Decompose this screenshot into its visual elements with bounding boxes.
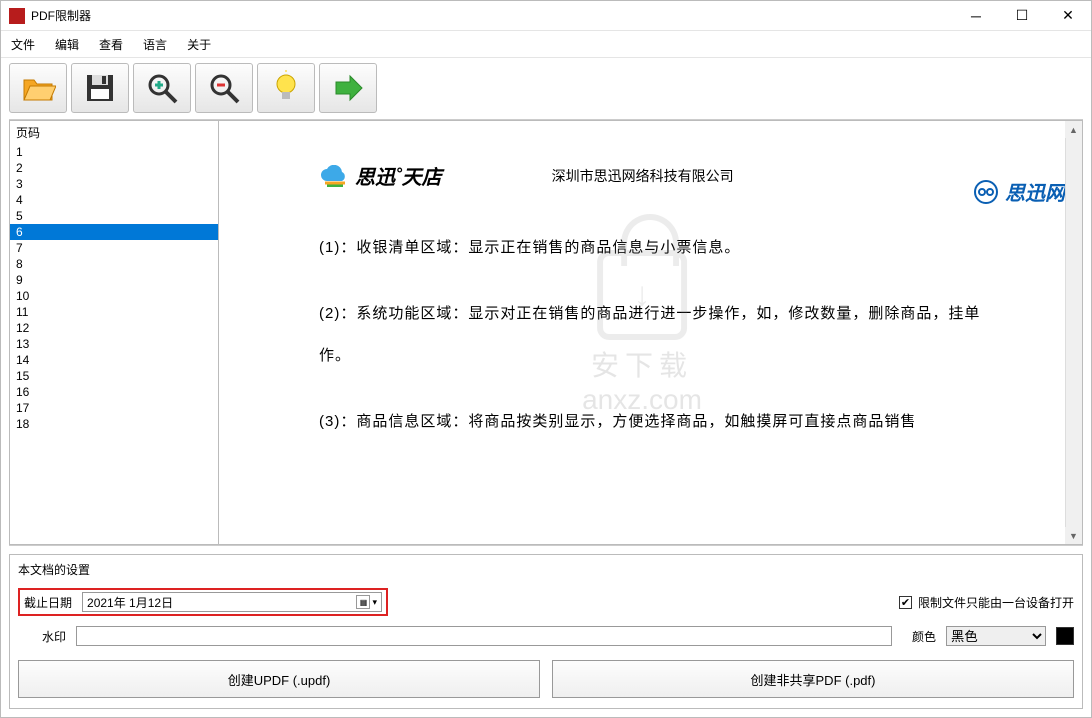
menu-view[interactable]: 查看 (99, 36, 123, 53)
save-button[interactable] (71, 63, 129, 113)
arrow-right-icon (330, 70, 366, 106)
toolbar (1, 57, 1091, 119)
expiry-date-row: 截止日期 2021年 1月12日 ▦ ▾ (18, 588, 388, 616)
expiry-date-value: 2021年 1月12日 (87, 594, 173, 611)
title-bar: PDF限制器 ─ ☐ ✕ (1, 1, 1091, 31)
app-icon (9, 8, 25, 24)
brand-text: 思迅˚天店 (355, 161, 442, 190)
maximize-button[interactable]: ☐ (999, 1, 1045, 31)
side-brand: 思迅网 (973, 177, 1065, 206)
work-area: 页码 123456789101112131415161718 思迅˚天店 深圳市… (9, 119, 1083, 546)
cloud-icon (319, 165, 349, 187)
paragraph-3: (3)：商品信息区域：将商品按类别显示，方便选择商品，如触摸屏可直接点商品销售 (319, 404, 1045, 440)
page-item[interactable]: 6 (10, 224, 218, 240)
settings-title: 本文档的设置 (18, 561, 1074, 578)
menu-file[interactable]: 文件 (11, 36, 35, 53)
page-item[interactable]: 14 (10, 352, 218, 368)
restrict-device-label: 限制文件只能由一台设备打开 (918, 594, 1074, 611)
save-icon (82, 70, 118, 106)
bulb-icon (268, 70, 304, 106)
pages-header: 页码 (10, 121, 218, 144)
watermark-overlay: ↓ 安下载 anxz.com (582, 250, 702, 416)
link-icon (973, 179, 999, 205)
page-item[interactable]: 8 (10, 256, 218, 272)
company-name: 深圳市思迅网络科技有限公司 (552, 166, 734, 186)
page-item[interactable]: 7 (10, 240, 218, 256)
watermark-input[interactable] (76, 626, 892, 646)
hint-button[interactable] (257, 63, 315, 113)
folder-open-icon (20, 70, 56, 106)
menu-about[interactable]: 关于 (187, 36, 211, 53)
scrollbar[interactable] (1065, 121, 1082, 544)
close-button[interactable]: ✕ (1045, 1, 1091, 31)
create-updf-button[interactable]: 创建UPDF (.updf) (18, 660, 540, 698)
pages-list[interactable]: 123456789101112131415161718 (10, 144, 218, 544)
expiry-date-field[interactable]: 2021年 1月12日 ▦ ▾ (82, 592, 382, 612)
page-item[interactable]: 11 (10, 304, 218, 320)
checkbox-icon: ✔ (899, 596, 912, 609)
restrict-device-checkbox[interactable]: ✔ 限制文件只能由一台设备打开 (899, 594, 1074, 611)
open-button[interactable] (9, 63, 67, 113)
page-item[interactable]: 4 (10, 192, 218, 208)
page-item[interactable]: 18 (10, 416, 218, 432)
preview-panel: 思迅˚天店 深圳市思迅网络科技有限公司 思迅网 (1)：收银清单区域：显示正在销… (219, 120, 1083, 545)
minimize-button[interactable]: ─ (953, 1, 999, 31)
pages-panel: 页码 123456789101112131415161718 (9, 120, 219, 545)
watermark-label: 水印 (18, 628, 66, 645)
page-item[interactable]: 13 (10, 336, 218, 352)
paragraph-2: (2)：系统功能区域：显示对正在销售的商品进行进一步操作，如，修改数量，删除商品… (319, 296, 1045, 332)
menu-edit[interactable]: 编辑 (55, 36, 79, 53)
zoom-in-button[interactable] (133, 63, 191, 113)
page-item[interactable]: 15 (10, 368, 218, 384)
settings-panel: 本文档的设置 截止日期 2021年 1月12日 ▦ ▾ ✔ 限制文件只能由一台设… (9, 554, 1083, 709)
chevron-down-icon[interactable]: ▾ (372, 597, 377, 608)
color-label: 颜色 (912, 628, 936, 645)
page-item[interactable]: 16 (10, 384, 218, 400)
page-item[interactable]: 17 (10, 400, 218, 416)
create-pdf-button[interactable]: 创建非共享PDF (.pdf) (552, 660, 1074, 698)
brand-logo: 思迅˚天店 (319, 161, 442, 190)
page-item[interactable]: 9 (10, 272, 218, 288)
paragraph-2b: 作。 (319, 338, 1045, 374)
scroll-down-button[interactable]: ▼ (1065, 527, 1082, 544)
page-item[interactable]: 1 (10, 144, 218, 160)
calendar-icon[interactable]: ▦ (356, 595, 370, 609)
page-item[interactable]: 3 (10, 176, 218, 192)
watermark-row: 水印 颜色 黑色 (18, 626, 1074, 646)
window-title: PDF限制器 (31, 7, 91, 24)
zoom-out-button[interactable] (195, 63, 253, 113)
page-item[interactable]: 2 (10, 160, 218, 176)
color-swatch[interactable] (1056, 627, 1074, 645)
color-select[interactable]: 黑色 (946, 626, 1046, 646)
scroll-up-button[interactable]: ▲ (1065, 121, 1082, 138)
page-item[interactable]: 12 (10, 320, 218, 336)
page-item[interactable]: 5 (10, 208, 218, 224)
expiry-date-label: 截止日期 (24, 594, 72, 611)
app-window: PDF限制器 ─ ☐ ✕ 文件 编辑 查看 语言 关于 页 (0, 0, 1092, 718)
zoom-out-icon (206, 70, 242, 106)
preview-content: 思迅˚天店 深圳市思迅网络科技有限公司 思迅网 (1)：收银清单区域：显示正在销… (219, 121, 1065, 544)
menu-language[interactable]: 语言 (143, 36, 167, 53)
go-button[interactable] (319, 63, 377, 113)
page-item[interactable]: 10 (10, 288, 218, 304)
zoom-in-icon (144, 70, 180, 106)
menu-bar: 文件 编辑 查看 语言 关于 (1, 31, 1091, 57)
paragraph-1: (1)：收银清单区域：显示正在销售的商品信息与小票信息。 (319, 230, 1045, 266)
